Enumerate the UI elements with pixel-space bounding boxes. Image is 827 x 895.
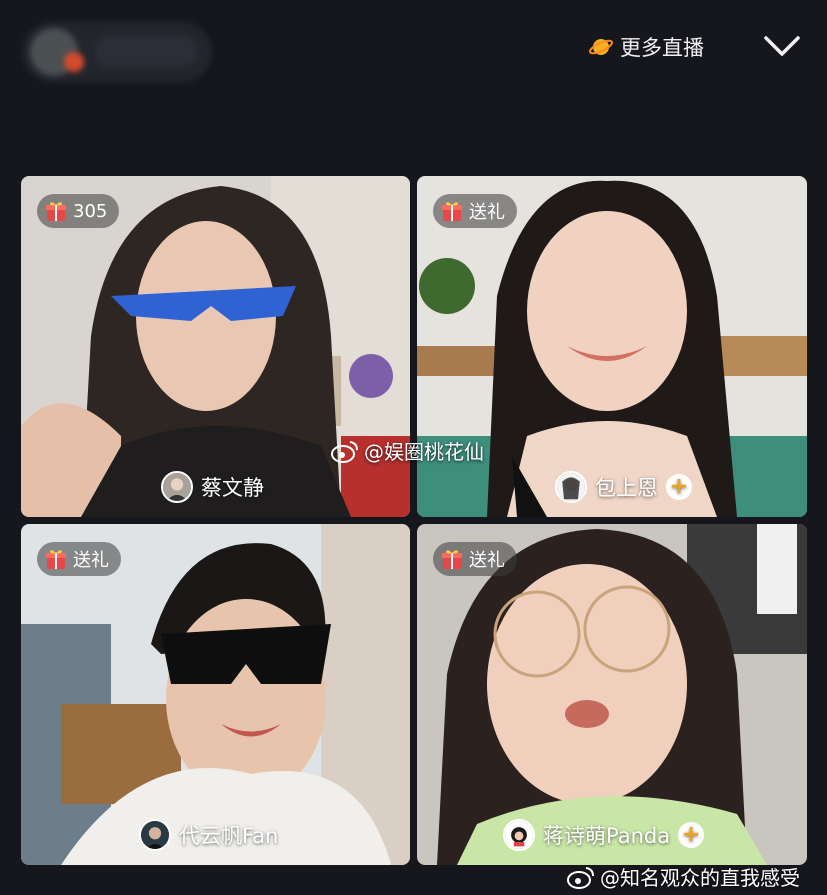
gift-badge[interactable]: 送礼	[433, 194, 517, 228]
avatar	[503, 819, 535, 851]
gift-icon	[45, 548, 67, 570]
gift-badge[interactable]: 送礼	[37, 542, 121, 576]
video-tile-2[interactable]: 送礼 包上恩 +	[417, 176, 807, 517]
follow-button[interactable]: +	[678, 822, 705, 848]
participant-name-tag[interactable]: 代云帆Fan	[139, 818, 278, 852]
watermark-bottom: @知名观众的直我感受	[566, 862, 800, 891]
watermark-text: @知名观众的直我感受	[600, 866, 800, 890]
video-tile-3[interactable]: 送礼 代云帆Fan	[21, 524, 410, 865]
more-live-label: 更多直播	[620, 36, 704, 60]
participant-name-tag[interactable]: 蔡文静	[161, 470, 264, 504]
gift-label: 送礼	[73, 550, 109, 571]
video-tile-4[interactable]: 送礼 蒋诗萌Panda +	[417, 524, 807, 865]
gift-badge[interactable]: 305	[37, 194, 120, 228]
more-live-button[interactable]: 更多直播	[588, 28, 704, 66]
avatar	[139, 819, 171, 851]
gift-icon	[45, 200, 67, 222]
gift-icon	[441, 200, 463, 222]
video-tile-1[interactable]: 305 蔡文静	[21, 176, 410, 517]
participant-name: 包上恩	[595, 476, 658, 500]
top-bar: 更多直播	[0, 0, 827, 110]
host-info-blurred[interactable]	[22, 22, 212, 82]
gift-icon	[441, 548, 463, 570]
weibo-icon	[330, 438, 360, 464]
watermark-text: @娱圈桃花仙	[364, 440, 484, 464]
avatar	[555, 471, 587, 503]
participant-name: 代云帆Fan	[179, 824, 279, 848]
participant-name-tag[interactable]: 蒋诗萌Panda +	[503, 818, 705, 852]
participant-name: 蒋诗萌Panda	[543, 824, 671, 848]
weibo-icon	[566, 864, 596, 890]
gift-badge[interactable]: 送礼	[433, 542, 517, 576]
chevron-down-icon[interactable]	[762, 30, 802, 64]
participant-name: 蔡文静	[201, 476, 264, 500]
follow-button[interactable]: +	[666, 474, 692, 500]
avatar	[161, 471, 193, 503]
gift-label: 送礼	[469, 550, 505, 571]
gift-label: 送礼	[469, 202, 505, 223]
planet-icon	[588, 34, 614, 60]
watermark-center: @娱圈桃花仙	[330, 436, 484, 465]
gift-count: 305	[73, 200, 108, 222]
participant-name-tag[interactable]: 包上恩 +	[555, 470, 692, 504]
